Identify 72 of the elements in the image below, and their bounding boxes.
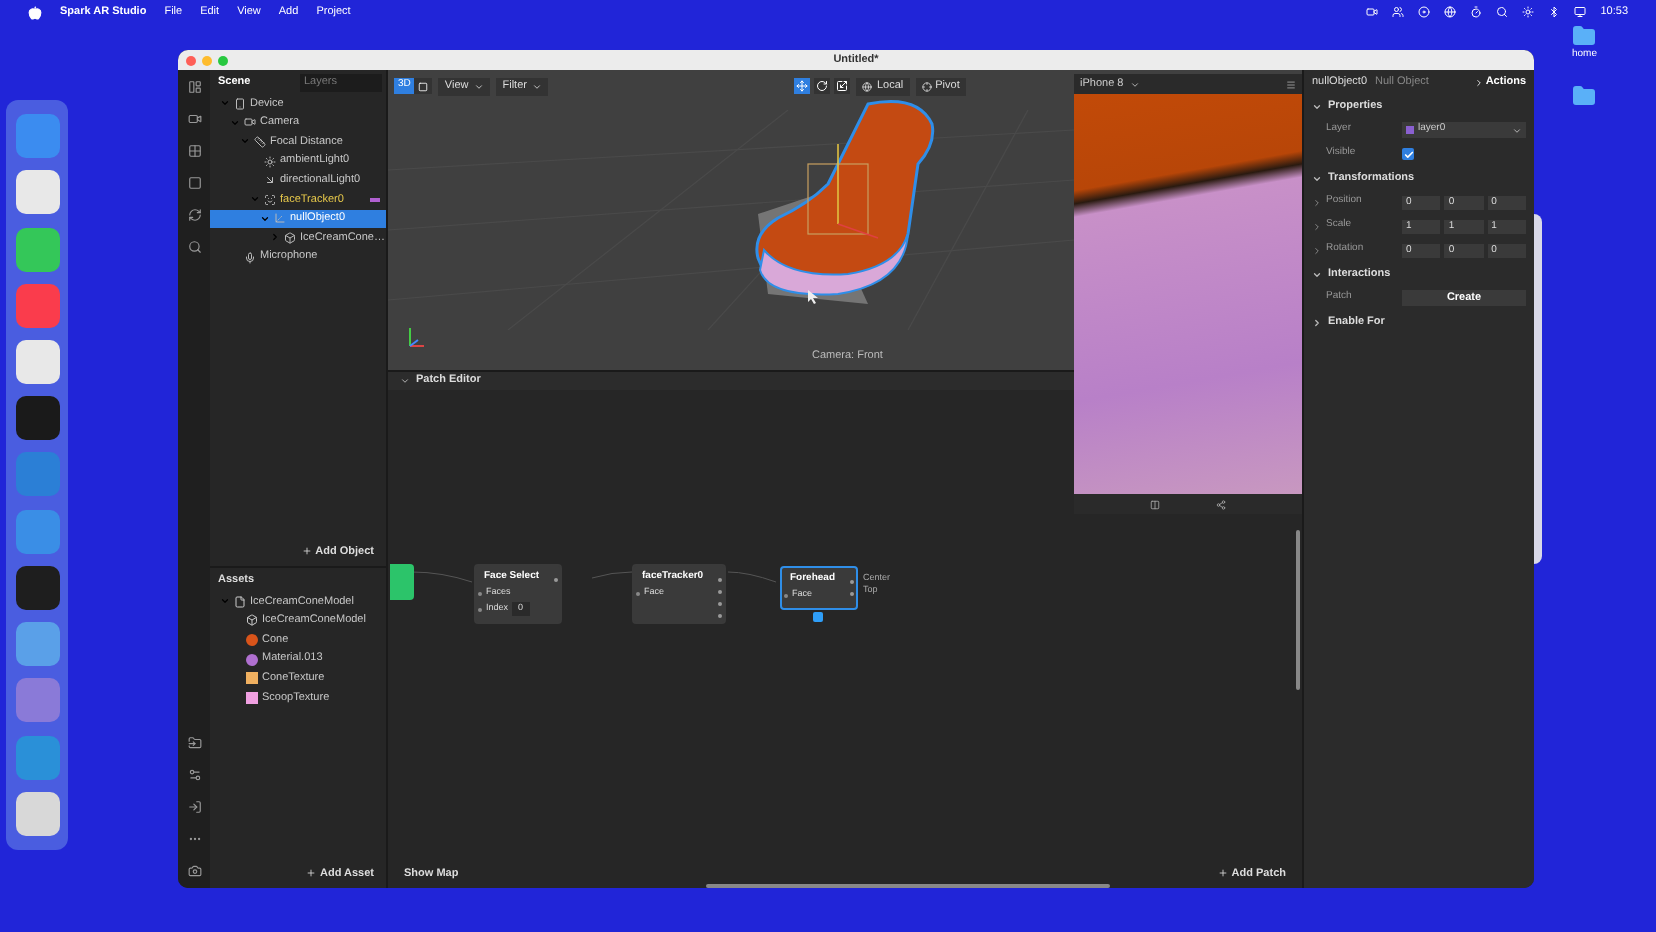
crosshair-icon [921, 81, 932, 91]
grid-icon[interactable] [187, 144, 201, 158]
app-icon[interactable] [15, 791, 59, 836]
rotate-tool-button[interactable] [814, 78, 831, 94]
settings-icon[interactable] [187, 768, 201, 782]
microphone-icon [244, 251, 256, 264]
app-icon[interactable] [15, 170, 59, 215]
chevron-down-icon [532, 81, 543, 91]
cursor-icon [808, 290, 818, 304]
node-handle[interactable] [813, 611, 824, 621]
folder-icon[interactable] [1572, 24, 1597, 48]
refresh-icon[interactable] [187, 208, 201, 222]
caret-icon[interactable] [258, 213, 270, 224]
plus-icon [301, 546, 312, 557]
camera-icon [244, 116, 256, 129]
app-icon[interactable] [15, 565, 59, 610]
menu-icon[interactable] [1286, 79, 1296, 89]
globe-icon [862, 81, 873, 91]
apple-icon[interactable] [28, 5, 42, 19]
chevron-down-icon [1512, 125, 1522, 135]
app-icon[interactable] [15, 339, 59, 384]
folder-icon[interactable] [1572, 83, 1597, 107]
folder-icon[interactable] [187, 736, 201, 750]
layout-icon[interactable] [187, 80, 201, 94]
video-icon[interactable] [187, 112, 201, 126]
chevron-down-icon [474, 81, 485, 91]
2d-view-button[interactable] [414, 78, 433, 94]
app-icon[interactable] [15, 396, 59, 441]
app-icon[interactable] [15, 227, 59, 272]
disc-icon[interactable] [1418, 6, 1431, 18]
video-icon[interactable] [1366, 6, 1379, 18]
chevron-right-icon [1473, 77, 1484, 87]
chevron-down-icon [1129, 79, 1140, 89]
plus-icon [1217, 868, 1228, 879]
caret-icon[interactable] [1312, 269, 1322, 279]
sun-icon [264, 155, 276, 168]
square-icon[interactable] [187, 176, 201, 190]
bluetooth-icon[interactable] [1548, 6, 1561, 18]
caret-icon[interactable] [1312, 197, 1322, 207]
plus-icon [306, 868, 316, 879]
axis-gizmo-icon [406, 324, 426, 348]
close-button[interactable] [186, 55, 196, 65]
checkbox[interactable] [1402, 148, 1414, 160]
camera-icon[interactable] [187, 864, 201, 878]
globe-icon[interactable] [1444, 6, 1457, 18]
sun-icon[interactable] [1522, 6, 1535, 18]
caret-icon[interactable] [1312, 245, 1322, 255]
layout-icon[interactable] [1150, 499, 1160, 509]
scrollbar[interactable] [1296, 530, 1300, 690]
phone-icon [234, 97, 246, 110]
file-icon [234, 595, 246, 608]
people-icon[interactable] [1392, 6, 1405, 18]
caret-icon[interactable] [1312, 101, 1322, 111]
axis-icon [274, 212, 286, 225]
scale-tool-button[interactable] [834, 78, 851, 94]
arrow-icon [264, 174, 276, 187]
login-icon[interactable] [187, 800, 201, 814]
timer-icon[interactable] [1470, 6, 1483, 18]
monitor-icon[interactable] [1574, 6, 1587, 18]
node-stub[interactable] [390, 564, 414, 600]
search-icon[interactable] [187, 240, 201, 254]
cube-icon [246, 614, 258, 627]
caret-icon[interactable] [1312, 221, 1322, 231]
ruler-icon [254, 135, 266, 148]
move-tool-button[interactable] [794, 78, 811, 94]
cube-icon [284, 231, 296, 244]
link-icon [370, 198, 380, 202]
caret-icon[interactable] [1312, 317, 1322, 327]
caret-icon[interactable] [1312, 173, 1322, 183]
scrollbar[interactable] [706, 884, 1110, 888]
share-icon[interactable] [1216, 499, 1226, 509]
more-icon[interactable] [187, 832, 201, 846]
